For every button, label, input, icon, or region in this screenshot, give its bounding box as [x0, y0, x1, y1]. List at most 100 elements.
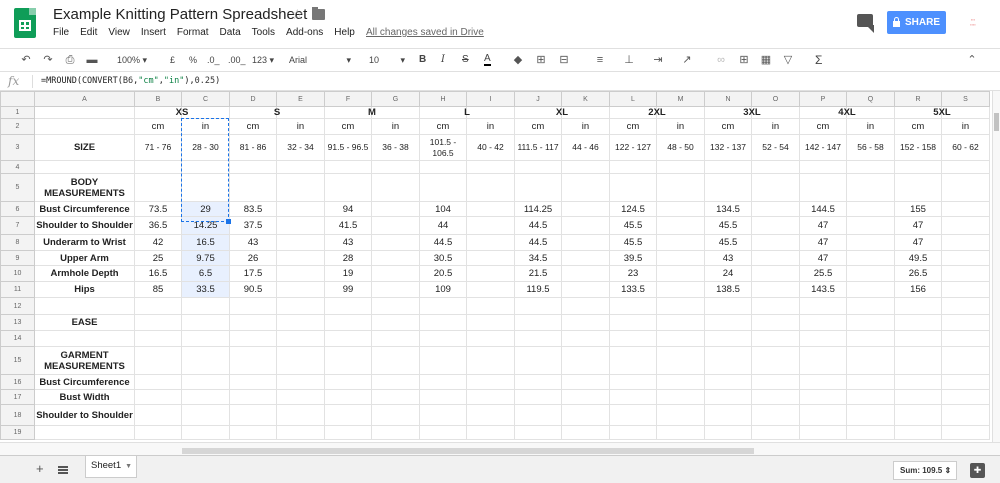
cell[interactable] [561, 265, 610, 282]
cell[interactable]: 48 - 50 [656, 134, 705, 161]
cell[interactable] [229, 297, 277, 315]
cell[interactable] [846, 216, 895, 235]
formula-input[interactable]: =MROUND(CONVERT(B6,"cm","in"),0.25) [41, 76, 220, 86]
cell[interactable] [419, 404, 467, 426]
cell[interactable]: in [751, 118, 800, 135]
cell[interactable]: 32 - 34 [276, 134, 325, 161]
cell[interactable] [656, 216, 705, 235]
cell[interactable]: Bust Circumference [34, 201, 135, 217]
folder-icon[interactable] [312, 7, 325, 20]
cell[interactable] [799, 160, 847, 174]
cell[interactable] [34, 330, 135, 347]
cell[interactable] [941, 425, 990, 440]
cell[interactable]: 81 - 86 [229, 134, 277, 161]
italic-button[interactable]: I [441, 53, 445, 67]
cell[interactable] [894, 173, 942, 202]
cell[interactable]: 73.5 [134, 201, 182, 217]
cell[interactable]: 44 - 46 [561, 134, 610, 161]
cell[interactable] [324, 425, 372, 440]
cell[interactable] [704, 374, 752, 390]
cell[interactable] [371, 404, 420, 426]
cell[interactable] [466, 297, 515, 315]
cell[interactable] [276, 297, 325, 315]
cell[interactable]: Upper Arm [34, 250, 135, 266]
cell[interactable]: 44.5 [514, 234, 562, 251]
cell[interactable] [371, 330, 420, 347]
explore-icon[interactable]: ✚ [970, 463, 985, 478]
merge-cells-icon[interactable]: ⊟ [558, 54, 570, 66]
cell[interactable]: 71 - 76 [134, 134, 182, 161]
cell[interactable] [799, 314, 847, 331]
sheet-tab[interactable]: Sheet1 ▼ [85, 456, 137, 478]
cell[interactable]: 36.5 [134, 216, 182, 235]
cell[interactable] [894, 314, 942, 331]
cell[interactable] [371, 250, 420, 266]
cell[interactable] [656, 281, 705, 298]
cell[interactable]: SIZE [34, 134, 135, 161]
cell[interactable]: 85 [134, 281, 182, 298]
cell[interactable]: 45.5 [609, 216, 657, 235]
cell[interactable]: S [253, 106, 301, 119]
cell[interactable] [846, 425, 895, 440]
cell[interactable] [324, 404, 372, 426]
cell[interactable] [371, 265, 420, 282]
menu-insert[interactable]: Insert [141, 27, 166, 38]
cell[interactable] [229, 160, 277, 174]
row-header[interactable]: 3 [0, 134, 35, 161]
row-header[interactable]: 19 [0, 425, 35, 440]
cell[interactable] [514, 346, 562, 375]
cell[interactable] [609, 297, 657, 315]
cell[interactable] [371, 425, 420, 440]
cell[interactable]: EASE [34, 314, 135, 331]
column-header[interactable]: I [466, 91, 515, 107]
cell[interactable]: 21.5 [514, 265, 562, 282]
cell[interactable]: in [276, 118, 325, 135]
cell[interactable]: 45.5 [704, 216, 752, 235]
cell[interactable] [514, 173, 562, 202]
sheets-logo-icon[interactable] [14, 8, 36, 38]
cell[interactable] [181, 160, 230, 174]
cell[interactable] [751, 314, 800, 331]
text-color-button[interactable]: A [484, 53, 491, 66]
cell[interactable] [751, 297, 800, 315]
cell[interactable] [799, 389, 847, 405]
cell[interactable] [466, 160, 515, 174]
cell[interactable] [846, 234, 895, 251]
cell[interactable] [276, 404, 325, 426]
column-header[interactable]: F [324, 91, 372, 107]
cell[interactable] [894, 404, 942, 426]
cell[interactable] [371, 297, 420, 315]
cell[interactable]: 43 [324, 234, 372, 251]
cell[interactable]: 40 - 42 [466, 134, 515, 161]
column-header[interactable]: D [229, 91, 277, 107]
borders-icon[interactable]: ⊞ [535, 54, 547, 66]
menu-edit[interactable]: Edit [80, 27, 97, 38]
cell[interactable]: L [443, 106, 491, 119]
cell[interactable] [846, 281, 895, 298]
cell[interactable] [276, 389, 325, 405]
cell[interactable] [34, 425, 135, 440]
cell[interactable]: in [466, 118, 515, 135]
cell[interactable] [751, 374, 800, 390]
cell[interactable] [134, 346, 182, 375]
cell[interactable]: 101.5 - 106.5 [419, 134, 467, 161]
cell[interactable]: 60 - 62 [941, 134, 990, 161]
cell[interactable]: in [941, 118, 990, 135]
cell[interactable] [276, 173, 325, 202]
cell[interactable]: XS [158, 106, 206, 119]
cell[interactable] [134, 389, 182, 405]
strikethrough-button[interactable]: S [462, 53, 469, 67]
cell[interactable] [276, 201, 325, 217]
cell[interactable] [846, 330, 895, 347]
cell[interactable] [276, 234, 325, 251]
cell[interactable] [561, 281, 610, 298]
row-header[interactable]: 12 [0, 297, 35, 315]
cell[interactable] [229, 425, 277, 440]
cell[interactable] [371, 201, 420, 217]
column-header[interactable]: R [894, 91, 942, 107]
cell[interactable]: 20.5 [419, 265, 467, 282]
cell[interactable] [656, 265, 705, 282]
cell[interactable] [466, 346, 515, 375]
cell[interactable] [371, 346, 420, 375]
fill-handle[interactable] [226, 219, 231, 224]
